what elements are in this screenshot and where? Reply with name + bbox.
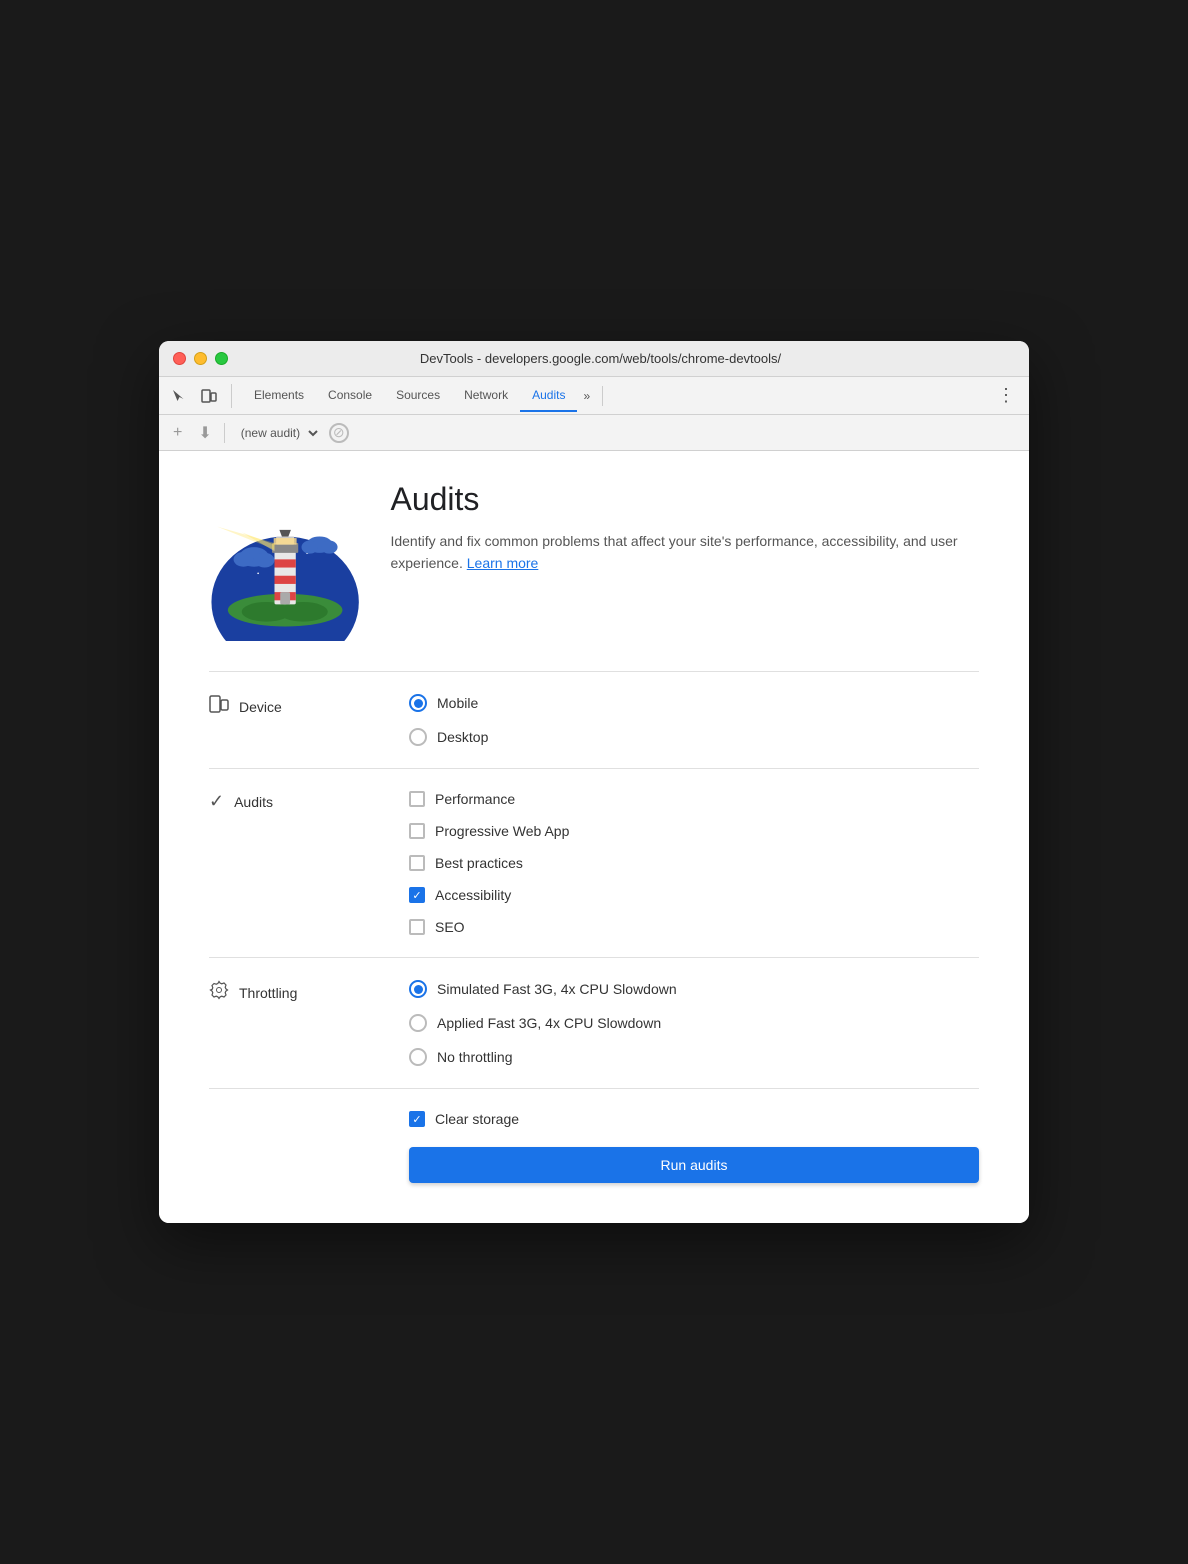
- throttling-sim-fast-3g[interactable]: Simulated Fast 3G, 4x CPU Slowdown: [409, 980, 979, 998]
- audit-toolbar: + ⬇ (new audit) ⊘: [159, 415, 1029, 451]
- sim-fast-3g-radio[interactable]: [409, 980, 427, 998]
- audits-options: Performance Progressive Web App Best pra…: [409, 791, 979, 935]
- toolbar-separator: [224, 423, 225, 443]
- device-icon[interactable]: [197, 384, 221, 408]
- audit-seo-option[interactable]: SEO: [409, 919, 979, 935]
- tab-sources[interactable]: Sources: [384, 380, 452, 412]
- throttling-options: Simulated Fast 3G, 4x CPU Slowdown Appli…: [409, 980, 979, 1066]
- best-practices-checkbox[interactable]: [409, 855, 425, 871]
- bottom-section: ✓ Clear storage Run audits: [209, 1089, 979, 1183]
- checkmark-icon: ✓: [209, 791, 224, 812]
- audits-section: ✓ Audits Performance Progressive Web App…: [209, 769, 979, 958]
- more-tools-button[interactable]: ⋮: [991, 385, 1021, 406]
- audit-accessibility-option[interactable]: ✓ Accessibility: [409, 887, 979, 903]
- seo-checkbox[interactable]: [409, 919, 425, 935]
- performance-checkbox[interactable]: [409, 791, 425, 807]
- device-icon: [209, 694, 229, 719]
- tab-console[interactable]: Console: [316, 380, 384, 412]
- hero-section: Audits Identify and fix common problems …: [209, 481, 979, 641]
- hero-title: Audits: [390, 481, 979, 518]
- audit-performance-option[interactable]: Performance: [409, 791, 979, 807]
- lighthouse-illustration: [209, 481, 360, 641]
- device-options: Mobile Desktop: [409, 694, 979, 746]
- close-button[interactable]: [173, 352, 186, 365]
- devtools-window: DevTools - developers.google.com/web/too…: [159, 341, 1029, 1223]
- throttling-applied-fast-3g[interactable]: Applied Fast 3G, 4x CPU Slowdown: [409, 1014, 979, 1032]
- tab-elements[interactable]: Elements: [242, 380, 316, 412]
- pwa-checkbox[interactable]: [409, 823, 425, 839]
- download-button[interactable]: ⬇: [194, 421, 215, 445]
- devtools-icons: [167, 384, 232, 408]
- device-mobile-option[interactable]: Mobile: [409, 694, 979, 712]
- audit-pwa-option[interactable]: Progressive Web App: [409, 823, 979, 839]
- no-throttling-radio[interactable]: [409, 1048, 427, 1066]
- tab-network[interactable]: Network: [452, 380, 520, 412]
- cancel-icon[interactable]: ⊘: [329, 423, 349, 443]
- learn-more-link[interactable]: Learn more: [467, 555, 539, 571]
- desktop-radio[interactable]: [409, 728, 427, 746]
- audit-best-practices-option[interactable]: Best practices: [409, 855, 979, 871]
- tab-audits[interactable]: Audits: [520, 380, 577, 412]
- throttling-label: Throttling: [209, 980, 409, 1005]
- accessibility-checkbox[interactable]: ✓: [409, 887, 425, 903]
- audit-select[interactable]: (new audit): [233, 423, 321, 443]
- hero-text: Audits Identify and fix common problems …: [390, 481, 979, 575]
- window-title: DevTools - developers.google.com/web/too…: [186, 351, 1015, 366]
- device-label: Device: [209, 694, 409, 719]
- throttling-no-throttling[interactable]: No throttling: [409, 1048, 979, 1066]
- clear-storage-option[interactable]: ✓ Clear storage: [409, 1111, 519, 1127]
- tab-overflow[interactable]: »: [577, 381, 596, 411]
- applied-fast-3g-radio[interactable]: [409, 1014, 427, 1032]
- clear-storage-checkbox[interactable]: ✓: [409, 1111, 425, 1127]
- cursor-icon[interactable]: [167, 384, 191, 408]
- throttling-section: Throttling Simulated Fast 3G, 4x CPU Slo…: [209, 958, 979, 1089]
- devtools-tab-bar: Elements Console Sources Network Audits …: [159, 377, 1029, 415]
- mobile-radio[interactable]: [409, 694, 427, 712]
- audits-label: ✓ Audits: [209, 791, 409, 812]
- hero-description: Identify and fix common problems that af…: [390, 530, 979, 575]
- device-section: Device Mobile Desktop: [209, 672, 979, 769]
- run-audits-button[interactable]: Run audits: [409, 1147, 979, 1183]
- clear-storage-row: ✓ Clear storage: [209, 1111, 979, 1127]
- gear-icon: [209, 980, 229, 1005]
- tab-separator: [602, 386, 603, 406]
- add-audit-button[interactable]: +: [169, 422, 186, 444]
- title-bar: DevTools - developers.google.com/web/too…: [159, 341, 1029, 377]
- device-desktop-option[interactable]: Desktop: [409, 728, 979, 746]
- main-content: Audits Identify and fix common problems …: [159, 451, 1029, 1223]
